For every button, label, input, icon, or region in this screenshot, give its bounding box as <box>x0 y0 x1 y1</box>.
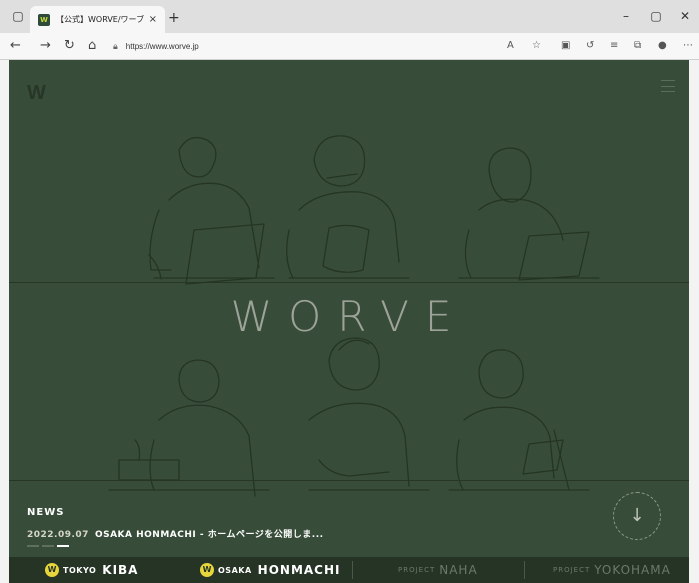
url-text: https://www.worve.jp <box>125 42 199 51</box>
profile-icon[interactable]: ● <box>658 40 667 51</box>
address-bar[interactable]: 🔒︎ https://www.worve.jp <box>113 37 513 56</box>
back-icon[interactable]: ← <box>10 38 21 53</box>
worve-badge-icon: W <box>200 563 214 577</box>
more-icon[interactable]: ⋯ <box>683 40 693 51</box>
news-pager-dot[interactable] <box>27 545 39 547</box>
site-favicon-icon: W <box>38 13 50 26</box>
location-name: HONMACHI <box>257 563 341 577</box>
tab-actions-icon[interactable]: ▢ <box>10 8 26 24</box>
browser-titlebar: ▢ W 【公式】WORVE/ワーブ × + – ▢ ✕ <box>0 0 699 33</box>
news-pager <box>27 545 69 547</box>
worve-badge-icon: W <box>45 563 59 577</box>
news-label: NEWS <box>27 507 65 518</box>
divider <box>352 561 353 579</box>
minimize-button[interactable]: – <box>618 8 634 24</box>
favorite-icon[interactable]: ☆ <box>532 40 541 51</box>
favorites-list-icon[interactable]: ≡ <box>610 40 618 51</box>
website-page: W WORVE NEWS 2022.09.07 OSAKA HONMACHI - … <box>9 60 689 583</box>
news-pager-dot[interactable] <box>42 545 54 547</box>
location-name: KIBA <box>102 563 139 577</box>
new-tab-button[interactable]: + <box>168 10 180 26</box>
browser-tab[interactable]: W 【公式】WORVE/ワーブ × <box>30 6 165 33</box>
project-name: YOKOHAMA <box>594 563 671 577</box>
menu-icon[interactable] <box>661 80 675 92</box>
close-window-button[interactable]: ✕ <box>677 8 693 24</box>
location-city: OSAKA <box>218 565 252 575</box>
location-link-osaka[interactable]: W OSAKA HONMACHI <box>200 563 341 577</box>
project-link-yokohama[interactable]: PROJECT YOKOHAMA <box>553 563 671 577</box>
refresh-icon[interactable]: ↻ <box>64 38 75 53</box>
extension-icon[interactable]: ▣ <box>561 40 570 51</box>
news-date: 2022.09.07 <box>27 530 89 540</box>
news-text: OSAKA HONMACHI - ホームページを公開しま... <box>94 530 324 540</box>
maximize-button[interactable]: ▢ <box>648 8 664 24</box>
location-city: TOKYO <box>63 565 97 575</box>
scroll-down-icon[interactable]: ↓ <box>613 492 661 540</box>
browser-toolbar: ← → ↻ ⌂ 🔒︎ https://www.worve.jp A ☆ ▣ ↺ … <box>0 33 699 60</box>
divider <box>524 561 525 579</box>
site-logo[interactable]: W <box>27 82 46 105</box>
location-bar: W TOKYO KIBA W OSAKA HONMACHI PROJECT NA… <box>9 557 689 583</box>
tab-title: 【公式】WORVE/ワーブ <box>56 15 145 24</box>
lock-icon: 🔒︎ <box>113 41 118 52</box>
collections-icon[interactable]: ⧉ <box>634 40 641 51</box>
news-pager-dot-active[interactable] <box>57 545 69 547</box>
read-aloud-icon[interactable]: A <box>507 40 514 51</box>
location-link-tokyo[interactable]: W TOKYO KIBA <box>45 563 138 577</box>
home-icon[interactable]: ⌂ <box>88 38 96 53</box>
tab-close-button[interactable]: × <box>149 14 157 25</box>
project-label: PROJECT <box>553 566 591 574</box>
forward-icon[interactable]: → <box>40 38 51 53</box>
project-label: PROJECT <box>398 566 436 574</box>
refresh-extension-icon[interactable]: ↺ <box>586 40 594 51</box>
brand-wordmark: WORVE <box>230 292 468 341</box>
project-name: NAHA <box>439 563 478 577</box>
project-link-naha[interactable]: PROJECT NAHA <box>398 563 478 577</box>
hero-section: W WORVE NEWS 2022.09.07 OSAKA HONMACHI - … <box>9 60 689 557</box>
news-item-link[interactable]: 2022.09.07 OSAKA HONMACHI - ホームページを公開しま..… <box>27 527 324 540</box>
